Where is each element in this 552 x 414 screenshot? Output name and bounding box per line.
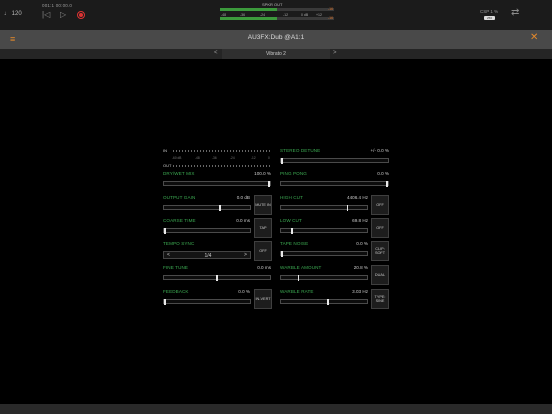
preset-prev-button[interactable]: <: [214, 50, 218, 56]
low-cut-value: 69.8 Hz: [352, 218, 368, 223]
clip-soft-button[interactable]: CLIP: SOFT: [371, 241, 389, 261]
time-display: 001:1 00:00.0: [42, 3, 73, 8]
coarse-time-slider[interactable]: [163, 228, 251, 234]
tape-noise-label: TAPE NOISE: [280, 241, 309, 246]
in-label: IN: [163, 148, 167, 153]
meter-tick: 0: [268, 156, 270, 160]
slider-thumb[interactable]: [164, 299, 166, 305]
slider-thumb[interactable]: [281, 251, 283, 257]
stereo-detune-label: STEREO DETUNE: [280, 148, 321, 153]
routing-icon[interactable]: ⇄: [511, 7, 519, 18]
slider-thumb[interactable]: [297, 275, 300, 281]
meter-scale-tick: -48: [221, 13, 227, 17]
slider-thumb[interactable]: [291, 228, 293, 234]
tempo-sync-label: TEMPO SYNC: [163, 241, 195, 246]
coarse-time-label: COARSE TIME: [163, 218, 196, 223]
tap-button[interactable]: TAP: [254, 218, 272, 238]
tempo-sync-off-button[interactable]: OFF: [254, 241, 272, 261]
warble-rate-label: WARBLE RATE: [280, 289, 314, 294]
meter-tick: -12: [251, 156, 256, 160]
feedback-label: FEEDBACK: [163, 289, 189, 294]
high-cut-off-button[interactable]: OFF: [371, 195, 389, 215]
meter-tick: -36: [212, 156, 217, 160]
fine-tune-label: FINE TUNE: [163, 265, 189, 270]
meter-scale-tick: +12: [316, 13, 322, 17]
type-sine-button[interactable]: TYPE: SINE: [371, 289, 389, 309]
mute-in-button[interactable]: MUTE IN: [254, 195, 272, 215]
invert-button[interactable]: IN-VERT: [254, 289, 272, 309]
slider-thumb[interactable]: [281, 158, 283, 164]
input-meter: [173, 150, 271, 152]
plugin-title: AU3FX:Dub @A1:1: [247, 34, 305, 41]
dry-wet-mix-slider[interactable]: [163, 181, 271, 187]
speaker-out-label: SPKR OUT: [262, 2, 283, 7]
slider-thumb[interactable]: [327, 299, 329, 305]
low-cut-off-button[interactable]: OFF: [371, 218, 389, 238]
feedback-value: 0.0 %: [238, 289, 250, 294]
meter-scale-tick: 0 dB: [301, 13, 309, 17]
output-gain-value: 0.0 dB: [236, 195, 250, 200]
high-cut-label: HIGH CUT: [280, 195, 304, 200]
slider-thumb[interactable]: [268, 181, 270, 187]
meter-tick: -60 dB: [172, 156, 182, 160]
record-icon[interactable]: [77, 11, 85, 19]
output-gain-label: OUTPUT GAIN: [163, 195, 196, 200]
high-cut-slider[interactable]: [280, 205, 368, 211]
cpu-usage: CSP 1 %: [480, 9, 499, 14]
preset-name[interactable]: Vibrato 2: [222, 51, 330, 57]
meter-scale-tick: -12: [283, 13, 289, 17]
play-icon[interactable]: ▷: [60, 10, 66, 19]
out-label: OUT: [163, 163, 172, 168]
stereo-detune-value: +/- 0.0 %: [370, 148, 389, 153]
dry-wet-mix-label: DRY/WET MIX: [163, 171, 195, 176]
slider-thumb[interactable]: [164, 228, 166, 234]
preset-next-button[interactable]: >: [333, 50, 337, 56]
dual-button[interactable]: DUAL: [371, 265, 389, 285]
tempo-display[interactable]: ♩ 120: [4, 11, 22, 17]
slider-thumb[interactable]: [386, 181, 388, 187]
meter-scale-tick: -24: [260, 13, 266, 17]
dry-wet-mix-value: 100.0 %: [254, 171, 271, 176]
fine-tune-slider[interactable]: [163, 275, 271, 281]
peak-left: -16: [328, 7, 334, 11]
feedback-slider[interactable]: [163, 299, 251, 305]
close-icon[interactable]: ✕: [530, 33, 538, 43]
slider-thumb[interactable]: [216, 275, 218, 281]
meter-scale-tick: -36: [240, 13, 246, 17]
tempo-sync-selector[interactable]: < 1/4 >: [163, 251, 251, 259]
slider-thumb[interactable]: [346, 205, 349, 211]
meter-tick: -24: [230, 156, 235, 160]
low-cut-label: LOW CUT: [280, 218, 302, 223]
stereo-detune-slider[interactable]: [280, 158, 389, 164]
tempo-sync-next[interactable]: >: [244, 252, 247, 258]
meter-tick: -48: [195, 156, 200, 160]
buffer-size[interactable]: 256: [484, 16, 495, 20]
warble-amount-label: WARBLE AMOUNT: [280, 265, 322, 270]
warble-rate-value: 3.03 Hz: [352, 289, 368, 294]
high-cut-value: 4406.4 Hz: [347, 195, 368, 200]
output-meter-left: [220, 8, 334, 11]
output-meter-right: [220, 17, 334, 20]
peak-right: -16: [328, 16, 334, 20]
coarse-time-value: 0.0 ms: [236, 218, 250, 223]
skip-back-icon[interactable]: |◁: [42, 10, 50, 19]
tempo-sync-value: 1/4: [204, 252, 212, 259]
bottom-bar: [0, 404, 552, 414]
output-meter: [173, 165, 271, 167]
tape-noise-slider[interactable]: [280, 251, 368, 257]
warble-amount-slider[interactable]: [280, 275, 368, 281]
low-cut-slider[interactable]: [280, 228, 368, 234]
ping-pong-value: 0.0 %: [377, 171, 389, 176]
warble-amount-value: 20.8 %: [353, 265, 368, 270]
slider-thumb[interactable]: [219, 205, 221, 211]
tape-noise-value: 0.0 %: [356, 241, 368, 246]
ping-pong-slider[interactable]: [280, 181, 389, 187]
warble-rate-slider[interactable]: [280, 299, 368, 305]
ping-pong-label: PING PONG: [280, 171, 307, 176]
output-gain-slider[interactable]: [163, 205, 251, 211]
fine-tune-value: 0.0 ms: [257, 265, 271, 270]
